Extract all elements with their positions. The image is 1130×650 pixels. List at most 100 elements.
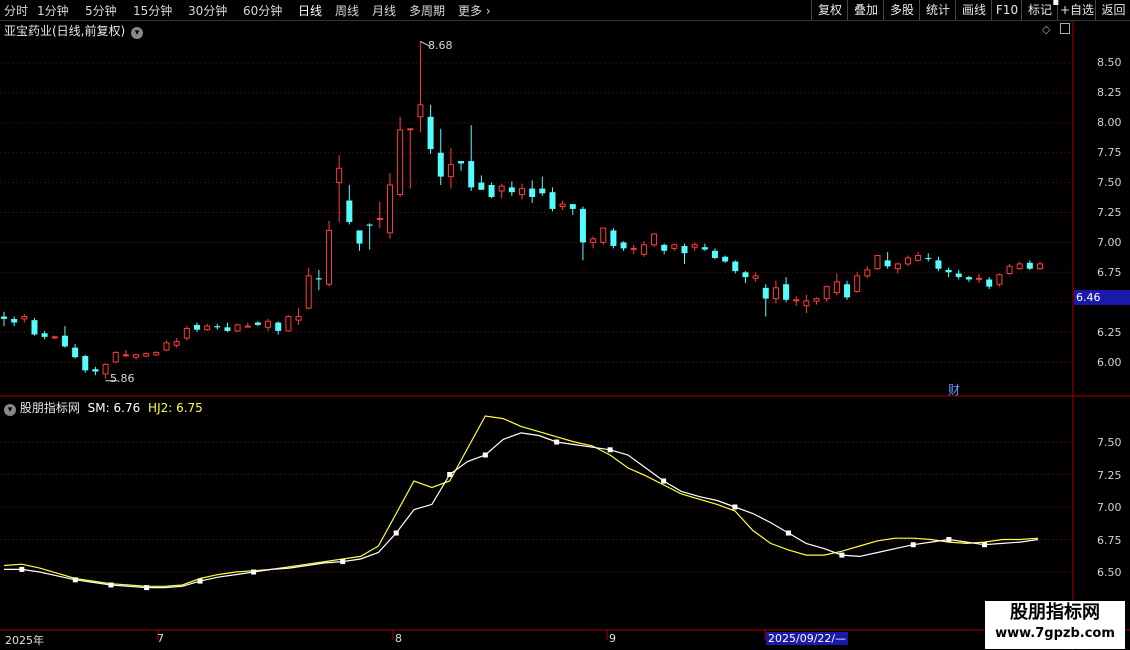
- sm-marker: [197, 578, 203, 584]
- candle-body: [559, 203, 566, 208]
- candle-body: [1006, 265, 1013, 274]
- candle-body: [122, 354, 129, 357]
- candle: [11, 316, 18, 327]
- candle: [407, 128, 414, 189]
- chevron-down-icon[interactable]: ▾: [131, 27, 144, 39]
- price-tick: 7.50: [1097, 176, 1122, 189]
- candle: [864, 266, 871, 279]
- candle-body: [925, 257, 932, 260]
- candle: [61, 326, 68, 348]
- price-tick: 6.25: [1097, 326, 1122, 339]
- candle-body: [143, 353, 150, 357]
- candle-body: [610, 230, 617, 246]
- candle-body: [275, 322, 282, 331]
- candle-body: [823, 286, 830, 300]
- date-label-month: 8: [395, 632, 402, 645]
- candle-body: [519, 188, 525, 196]
- candle-body: [478, 182, 485, 190]
- chart-canvas[interactable]: [0, 0, 1130, 650]
- candle-body: [904, 257, 911, 265]
- candle-body: [234, 324, 241, 332]
- candle: [772, 280, 779, 304]
- candle-body: [569, 204, 576, 209]
- panel-toggle-icon[interactable]: [1060, 23, 1070, 34]
- candle: [681, 243, 688, 264]
- price-tick: 8.50: [1097, 56, 1122, 69]
- candle-body: [813, 298, 820, 302]
- sm-marker: [1053, 0, 1059, 5]
- candle-body: [437, 152, 444, 177]
- candle: [854, 272, 861, 293]
- candle-body: [620, 242, 627, 249]
- candle: [204, 323, 211, 331]
- candle-body: [681, 245, 688, 254]
- candle-body: [955, 273, 962, 278]
- candle-body: [945, 269, 952, 273]
- candle-body: [590, 238, 597, 243]
- candle: [508, 181, 515, 196]
- candle-body: [1026, 262, 1033, 269]
- candle: [519, 183, 525, 200]
- chart-frame: [0, 21, 1130, 650]
- candle-body: [854, 275, 861, 292]
- candle-body: [722, 256, 729, 262]
- price-tick: 8.00: [1097, 116, 1122, 129]
- candle-body: [894, 263, 901, 270]
- candle: [549, 187, 556, 212]
- candle-body: [346, 200, 353, 223]
- candle: [945, 267, 952, 278]
- candle-body: [742, 272, 749, 278]
- candle-body: [539, 188, 546, 194]
- candle-body: [82, 356, 89, 371]
- candle-body: [640, 244, 647, 255]
- price-tick: 6.75: [1097, 266, 1122, 279]
- candle: [163, 340, 170, 352]
- candle: [742, 271, 749, 284]
- candle: [711, 248, 718, 260]
- candle: [529, 180, 536, 203]
- candle: [254, 321, 261, 327]
- candle-body: [163, 342, 170, 351]
- candle: [559, 200, 566, 211]
- candle-body: [600, 227, 607, 243]
- candle-body: [386, 184, 393, 234]
- candle-body: [630, 247, 637, 250]
- candle-body: [935, 260, 942, 269]
- finance-event-marker[interactable]: 财: [948, 381, 960, 398]
- candle: [346, 184, 353, 225]
- candle-body: [803, 300, 810, 307]
- chevron-down-icon[interactable]: ▾: [4, 404, 16, 416]
- candle-body: [295, 316, 302, 321]
- candle: [498, 183, 505, 199]
- candle: [976, 273, 983, 284]
- candle: [579, 206, 586, 261]
- candle: [813, 297, 820, 305]
- candle-body: [336, 167, 343, 184]
- candle: [193, 322, 200, 333]
- price-tick: 6.00: [1097, 356, 1122, 369]
- candle: [437, 128, 444, 185]
- candle-body: [193, 324, 200, 330]
- indicator-tick: 7.00: [1097, 501, 1122, 514]
- candle-body: [11, 318, 18, 323]
- date-label-month: 7: [157, 632, 164, 645]
- sm-marker: [661, 478, 667, 484]
- candle-body: [244, 325, 251, 328]
- candle: [417, 41, 424, 133]
- candle: [1016, 261, 1023, 270]
- candle-body: [1037, 263, 1043, 270]
- low-price-label: 5.86: [110, 372, 135, 385]
- candle-body: [214, 326, 221, 328]
- candle: [305, 267, 312, 310]
- candle: [569, 204, 576, 215]
- diamond-icon[interactable]: ◇: [1042, 23, 1050, 36]
- candle-body: [21, 316, 28, 320]
- candle-body: [92, 369, 99, 372]
- candle-body: [397, 129, 404, 196]
- candle-body: [762, 287, 769, 299]
- candle-body: [529, 188, 536, 197]
- date-label-month: 9: [609, 632, 616, 645]
- candle: [651, 232, 658, 248]
- candle-body: [326, 229, 333, 285]
- candle: [590, 236, 597, 249]
